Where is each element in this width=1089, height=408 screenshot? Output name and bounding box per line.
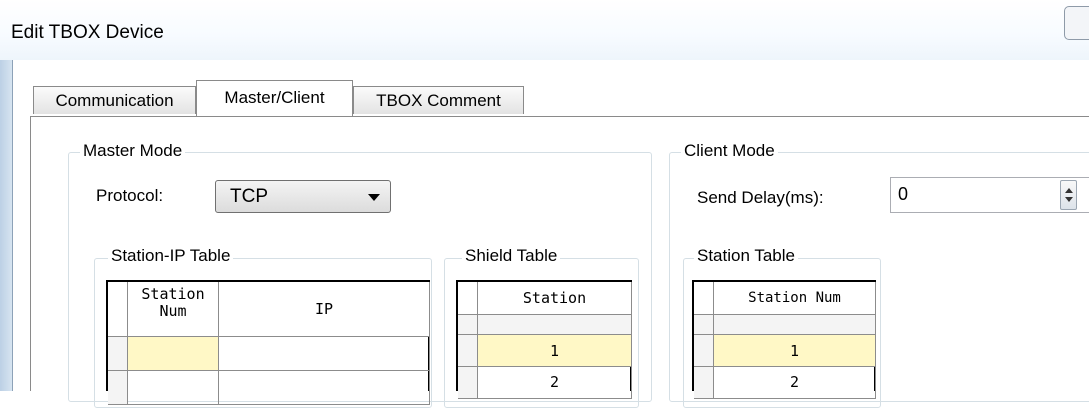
row-header[interactable] [458, 335, 478, 367]
tab-tbox-comment[interactable]: TBOX Comment [353, 86, 524, 114]
station-ip-cell[interactable] [219, 337, 430, 371]
window-frame-left [0, 60, 13, 391]
station-ip-cell[interactable] [128, 337, 219, 371]
table-filler [478, 315, 632, 335]
shield-station-cell[interactable]: 1 [478, 335, 632, 367]
row-header[interactable] [108, 337, 128, 371]
row-header[interactable] [458, 367, 478, 399]
row-header-corner [108, 282, 128, 337]
spin-down-icon[interactable] [1065, 197, 1073, 202]
row-header[interactable] [694, 315, 714, 335]
row-header[interactable] [458, 315, 478, 335]
station-num-cell[interactable]: 2 [714, 367, 876, 399]
master-mode-legend: Master Mode [80, 141, 186, 161]
station-ip-cell[interactable] [128, 371, 219, 405]
table-filler [714, 315, 876, 335]
column-header-station-num[interactable]: Station Num [128, 282, 219, 337]
row-header[interactable] [108, 371, 128, 405]
shield-table[interactable]: Station 1 2 [456, 280, 632, 399]
spin-up-icon[interactable] [1065, 188, 1073, 193]
column-header-station[interactable]: Station [478, 282, 632, 315]
send-delay-label: Send Delay(ms): [697, 188, 824, 207]
column-header-ip[interactable]: IP [219, 282, 430, 337]
client-mode-legend: Client Mode [681, 141, 778, 161]
row-header-corner [458, 282, 478, 315]
station-ip-table[interactable]: Station Num IP [106, 280, 430, 405]
protocol-value: TCP [230, 186, 268, 207]
column-header-station-num[interactable]: Station Num [714, 282, 876, 315]
send-delay-value[interactable]: 0 [898, 184, 908, 205]
tab-communication[interactable]: Communication [33, 86, 196, 114]
protocol-label: Protocol: [96, 186, 164, 205]
window-title: Edit TBOX Device [11, 22, 164, 43]
shield-table-legend: Shield Table [462, 246, 561, 266]
shield-station-cell[interactable]: 2 [478, 367, 632, 399]
send-delay-spinbox[interactable]: 0 [890, 177, 1089, 213]
row-header[interactable] [694, 367, 714, 399]
protocol-select[interactable]: TCP [215, 180, 391, 213]
station-num-cell[interactable]: 1 [714, 335, 876, 367]
station-table[interactable]: Station Num 1 2 [692, 280, 876, 399]
spin-buttons[interactable] [1060, 180, 1077, 210]
row-header-corner [694, 282, 714, 315]
chevron-down-icon[interactable] [368, 194, 380, 201]
station-table-legend: Station Table [694, 246, 798, 266]
tab-master-client[interactable]: Master/Client [196, 80, 353, 116]
station-ip-table-legend: Station-IP Table [108, 246, 234, 266]
close-button[interactable] [1064, 6, 1089, 40]
row-header[interactable] [694, 335, 714, 367]
title-bar: Edit TBOX Device [0, 0, 1089, 60]
station-ip-cell[interactable] [219, 371, 430, 405]
